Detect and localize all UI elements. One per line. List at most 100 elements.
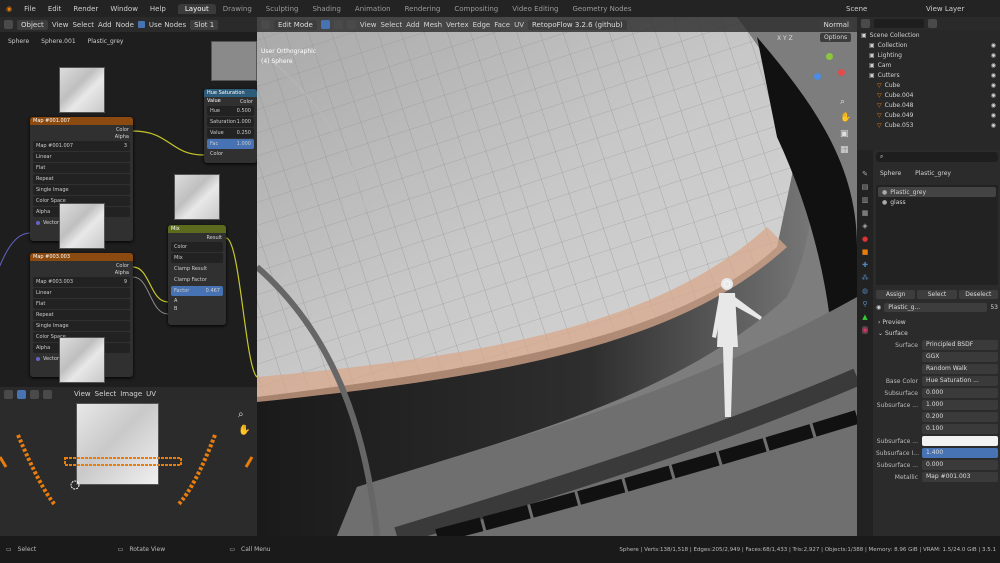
outliner-item[interactable]: ▣ Lighting ◉ [857,50,1000,60]
menu-help[interactable]: Help [144,5,172,13]
world-tab-icon[interactable]: ● [862,235,868,243]
outliner-item[interactable]: ▣ Collection ◉ [857,40,1000,50]
clamp-factor-checkbox[interactable]: Clamp Factor [171,275,223,285]
property-value[interactable]: 0.200 [922,412,998,422]
physics-tab-icon[interactable]: ◍ [862,287,868,295]
extension-dropdown[interactable]: Repeat [33,310,130,320]
outliner-item[interactable]: ▽ Cube.048 ◉ [857,100,1000,110]
tab-drawing[interactable]: Drawing [216,4,259,14]
hue-saturation-node[interactable]: Hue Saturation Value Color Hue 0.500 Satu… [204,89,257,163]
menu-window[interactable]: Window [104,5,144,13]
visibility-eye-icon[interactable]: ◉ [991,122,996,129]
data-tab-icon[interactable]: ▲ [862,313,867,321]
property-value[interactable]: Hue Saturation ... [922,376,998,386]
fac-field[interactable]: Fac 1.000 [207,139,254,149]
material-users-count[interactable]: 53 [990,304,998,311]
hue-field[interactable]: Hue 0.500 [207,106,254,116]
tab-sculpting[interactable]: Sculpting [259,4,306,14]
saturation-field[interactable]: Saturation 1.000 [207,117,254,127]
output-tab-icon[interactable]: ▥ [862,196,869,204]
view-layer-tab-icon[interactable]: ▦ [862,209,869,217]
properties-search[interactable]: ⌕ [876,152,998,162]
material-sphere-icon[interactable]: ◉ [876,304,881,311]
outliner-item[interactable]: ▣ Cutters ◉ [857,70,1000,80]
menu-select[interactable]: Select [380,21,402,29]
menu-view[interactable]: View [360,21,377,29]
property-value[interactable]: Map #001.003 [922,472,998,482]
property-value[interactable]: 0.100 [922,424,998,434]
edge-mode-icon[interactable] [333,20,343,29]
options-button[interactable]: Options [820,33,852,42]
menu-mesh[interactable]: Mesh [424,21,442,29]
scene-tab-icon[interactable]: ◈ [862,222,867,230]
gizmo-y-icon[interactable] [826,53,833,60]
pan-hand-icon[interactable]: ✋ [840,113,851,123]
projection-dropdown[interactable]: Flat [33,299,130,309]
property-value[interactable]: 0.000 [922,460,998,470]
visibility-eye-icon[interactable]: ◉ [991,42,996,49]
source-dropdown[interactable]: Single Image [33,321,130,331]
visibility-eye-icon[interactable]: ◉ [991,92,996,99]
pan-hand-icon[interactable]: ✋ [238,425,250,436]
tab-rendering[interactable]: Rendering [398,4,448,14]
gizmo-z-icon[interactable] [814,73,821,80]
menu-edge[interactable]: Edge [473,21,491,29]
factor-field[interactable]: Factor 0.467 [171,286,223,296]
surface-panel-header[interactable]: ⌄ Surface [878,330,998,337]
source-dropdown[interactable]: Single Image [33,185,130,195]
material-slots-list[interactable]: ● Plastic_grey ● glass [876,185,998,285]
material-slot-item[interactable]: ● Plastic_grey [878,187,996,197]
search-icon[interactable] [874,19,924,28]
material-tab-icon[interactable]: ◉ [861,326,869,334]
vector-socket-icon[interactable] [36,357,40,361]
mix-node[interactable]: Mix Result Color Mix Clamp Result Clamp … [168,225,226,325]
property-value[interactable]: GGX [922,352,998,362]
tab-layout[interactable]: Layout [177,3,216,14]
visibility-eye-icon[interactable]: ◉ [991,52,996,59]
menu-file[interactable]: File [18,5,42,13]
data-type-dropdown[interactable]: Color [171,242,223,252]
zoom-icon[interactable]: ⌕ [840,97,845,107]
deselect-button[interactable]: Deselect [958,290,998,299]
vector-socket-icon[interactable] [36,221,40,225]
interpolation-dropdown[interactable]: Linear [33,288,130,298]
menu-uv[interactable]: UV [514,21,524,29]
clamp-result-checkbox[interactable]: Clamp Result [171,264,223,274]
visibility-eye-icon[interactable]: ◉ [991,82,996,89]
constraints-tab-icon[interactable]: ⚲ [862,300,867,308]
blender-logo-icon[interactable]: ◉ [0,5,18,13]
material-name-field[interactable]: Plastic_g... [884,303,988,312]
outliner-item[interactable]: ▣ Cam ◉ [857,60,1000,70]
render-tab-icon[interactable]: ▤ [862,183,869,191]
particles-tab-icon[interactable]: ⁂ [862,274,869,282]
mirror-axes[interactable]: X Y Z [777,35,793,42]
gizmo-x-icon[interactable] [838,69,845,76]
image-selector[interactable]: Map #003.003 9 [33,277,130,287]
menu-add[interactable]: Add [406,21,420,29]
view-layer-selector[interactable]: View Layer [920,5,1000,13]
edit-mode-dropdown[interactable]: Edit Mode [274,19,317,30]
editor-type-icon[interactable] [861,19,870,28]
visibility-eye-icon[interactable]: ◉ [991,102,996,109]
zoom-icon[interactable]: ⌕ [238,409,244,420]
outliner-item[interactable]: ▽ Cube.004 ◉ [857,90,1000,100]
menu-vertex[interactable]: Vertex [446,21,469,29]
transform-orientation-dropdown[interactable]: Normal [819,19,853,30]
tool-tab-icon[interactable]: ✎ [862,170,868,178]
filter-icon[interactable] [928,19,937,28]
tab-compositing[interactable]: Compositing [447,4,505,14]
value-field[interactable]: Value 0.250 [207,128,254,138]
modifier-tab-icon[interactable]: ✚ [862,261,868,269]
face-mode-icon[interactable] [346,20,356,29]
image-selector[interactable]: Map #001.007 3 [33,141,130,151]
tab-shading[interactable]: Shading [305,4,347,14]
menu-edit[interactable]: Edit [42,5,68,13]
assign-button[interactable]: Assign [876,290,916,299]
outliner-scene-collection[interactable]: ▣ Scene Collection [857,30,1000,40]
property-value[interactable]: Principled BSDF [922,340,998,350]
object-tab-icon[interactable]: ■ [862,248,869,256]
extension-dropdown[interactable]: Repeat [33,174,130,184]
tab-video-editing[interactable]: Video Editing [505,4,565,14]
scene-selector[interactable]: Scene [840,5,920,13]
tab-animation[interactable]: Animation [348,4,398,14]
